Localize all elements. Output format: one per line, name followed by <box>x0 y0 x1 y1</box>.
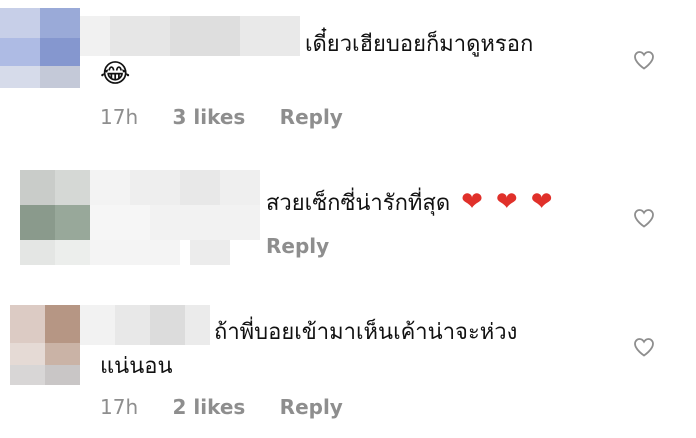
reply-button[interactable]: Reply <box>280 395 343 419</box>
username-blurred[interactable] <box>90 170 260 265</box>
reply-button[interactable]: Reply <box>266 234 329 258</box>
username-blurred[interactable] <box>80 16 300 56</box>
avatar[interactable] <box>20 170 90 265</box>
laughing-emoji-icon: 😂 <box>100 59 131 89</box>
avatar[interactable] <box>0 8 80 88</box>
comment-meta: 17h 3 likes Reply <box>100 105 371 129</box>
timestamp: 17h <box>100 105 139 129</box>
comment-meta: 17h 2 likes Reply <box>100 395 371 419</box>
timestamp: 17h <box>100 395 139 419</box>
avatar[interactable] <box>10 305 80 385</box>
reply-button[interactable]: Reply <box>280 105 343 129</box>
red-heart-emoji: ❤ <box>530 187 553 217</box>
likes-count[interactable]: 2 likes <box>172 395 245 419</box>
comment-text-line-1: ถ้าพี่บอยเข้ามาเห็นเค้าน่าจะห่วง <box>214 320 518 345</box>
heart-outline-icon[interactable] <box>632 48 656 72</box>
comment-text-line-2: แน่นอน <box>100 354 173 379</box>
comment-text-body: สวยเซ็กซี่น่ารักที่สุด <box>266 191 451 216</box>
heart-outline-icon[interactable] <box>632 206 656 230</box>
red-heart-emoji: ❤ <box>495 187 518 217</box>
heart-outline-icon[interactable] <box>632 335 656 359</box>
comment-text: สวยเซ็กซี่น่ารักที่สุด ❤ ❤ ❤ <box>266 187 553 219</box>
comment-meta: Reply <box>266 234 357 258</box>
username-blurred[interactable] <box>80 305 210 345</box>
red-heart-emoji: ❤ <box>461 187 483 217</box>
likes-count[interactable]: 3 likes <box>172 105 245 129</box>
comment-text: เดี๋ยวเฮียบอยก็มาดูหรอก <box>305 32 534 57</box>
